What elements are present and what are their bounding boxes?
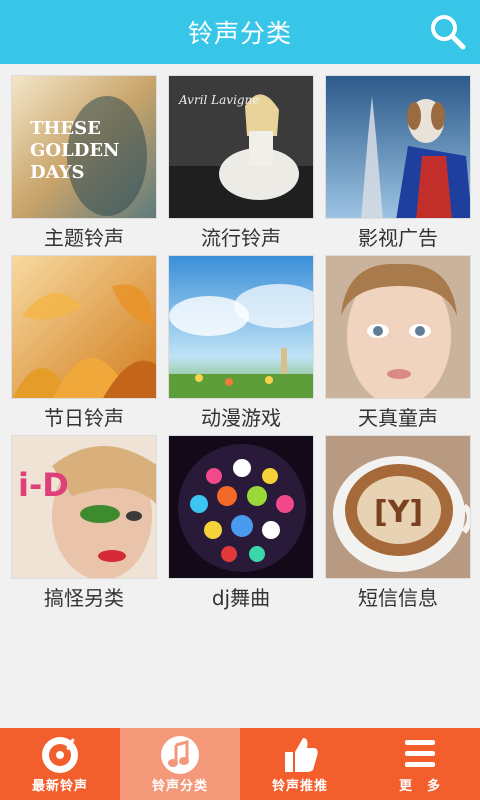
nav-latest-ringtones[interactable]: 最新铃声	[0, 728, 120, 800]
nav-ringtone-categories[interactable]: 铃声分类	[120, 728, 240, 800]
category-thumbnail	[325, 75, 471, 219]
title-bar: 铃声分类	[0, 0, 480, 64]
svg-text:i-D: i-D	[18, 466, 69, 504]
bottom-navigation: 最新铃声 铃声分类 铃声推推 更 多	[0, 728, 480, 800]
category-item[interactable]: 节日铃声	[9, 244, 159, 430]
category-item[interactable]: THESE GOLDEN DAYS 主题铃声	[9, 64, 159, 250]
category-thumbnail	[168, 435, 314, 579]
category-thumbnail: THESE GOLDEN DAYS	[11, 75, 157, 219]
music-note-icon	[161, 736, 199, 774]
category-item[interactable]: 动漫游戏	[166, 244, 316, 430]
category-item[interactable]: [Y] 短信信息	[323, 424, 473, 610]
category-item[interactable]: i-D 搞怪另类	[9, 424, 159, 610]
nav-ringtone-recommend[interactable]: 铃声推推	[240, 728, 360, 800]
category-item[interactable]: dj舞曲	[166, 424, 316, 610]
page-title: 铃声分类	[187, 19, 292, 48]
nav-label: 更 多	[398, 779, 441, 794]
nav-label: 铃声推推	[271, 779, 328, 794]
category-item[interactable]: Avril Lavigne 流行铃声	[166, 64, 316, 250]
nav-label: 铃声分类	[151, 779, 208, 794]
menu-lines-icon	[405, 740, 435, 767]
nav-more[interactable]: 更 多	[360, 728, 480, 800]
category-label: 搞怪另类	[44, 586, 124, 610]
category-label: 短信信息	[358, 586, 438, 610]
svg-text:THESE: THESE	[30, 118, 101, 139]
nav-label: 最新铃声	[31, 779, 88, 794]
svg-text:DAYS: DAYS	[30, 162, 85, 183]
search-icon	[431, 15, 466, 50]
category-thumbnail	[325, 255, 471, 399]
thumbs-up-icon	[285, 738, 318, 772]
svg-text:[Y]: [Y]	[374, 495, 423, 530]
svg-text:Avril Lavigne: Avril Lavigne	[178, 93, 259, 107]
category-thumbnail: Avril Lavigne	[168, 75, 314, 219]
category-thumbnail: i-D	[11, 435, 157, 579]
category-item[interactable]: 影视广告	[323, 64, 473, 250]
category-thumbnail	[11, 255, 157, 399]
search-button[interactable]	[426, 10, 470, 54]
category-thumbnail: [Y]	[325, 435, 471, 579]
svg-text:GOLDEN: GOLDEN	[30, 140, 120, 161]
category-thumbnail	[168, 255, 314, 399]
category-label: dj舞曲	[211, 586, 271, 610]
category-item[interactable]: 天真童声	[323, 244, 473, 430]
vinyl-record-icon	[42, 737, 78, 773]
